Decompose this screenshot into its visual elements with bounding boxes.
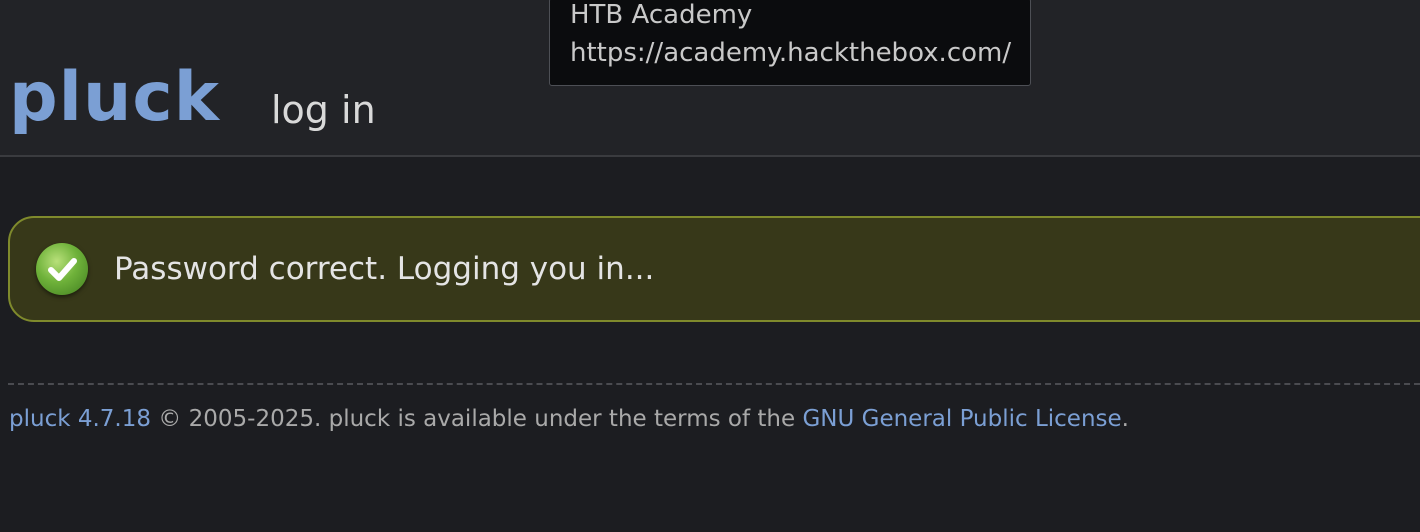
footer-period: . xyxy=(1121,406,1129,432)
pluck-version-link[interactable]: pluck 4.7.18 xyxy=(9,406,151,432)
page-title: log in xyxy=(271,88,376,132)
success-message: Password correct. Logging you in... xyxy=(8,216,1420,322)
footer: pluck 4.7.18 © 2005-2025. pluck is avail… xyxy=(9,404,1129,434)
link-tooltip: HTB Academy https://academy.hackthebox.c… xyxy=(549,0,1031,86)
footer-text: © 2005-2025. pluck is available under th… xyxy=(151,406,803,432)
license-link[interactable]: GNU General Public License xyxy=(802,406,1121,432)
success-text: Password correct. Logging you in... xyxy=(114,251,655,287)
footer-divider xyxy=(8,383,1420,385)
pluck-logo[interactable]: pluck xyxy=(9,58,220,138)
tooltip-title: HTB Academy xyxy=(570,0,753,30)
tooltip-url: https://academy.hackthebox.com/ xyxy=(570,38,1012,68)
check-icon xyxy=(36,243,88,295)
